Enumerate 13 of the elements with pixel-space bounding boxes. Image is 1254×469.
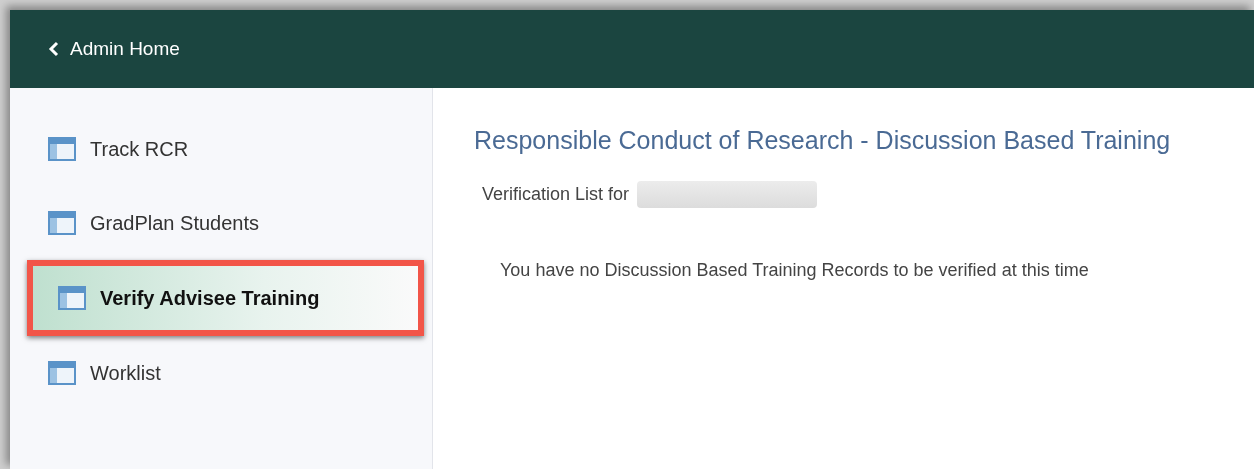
window-icon <box>48 211 76 235</box>
sidebar-item[interactable]: Worklist <box>10 349 432 397</box>
verification-label: Verification List for <box>482 184 630 205</box>
sidebar-item[interactable]: GradPlan Students <box>10 199 432 247</box>
page-title: Responsible Conduct of Research - Discussion Based Training <box>474 126 1172 155</box>
sidebar-item[interactable]: Verify Advisee Training <box>27 260 424 336</box>
chevron-left-icon <box>48 41 60 57</box>
window-icon <box>48 137 76 161</box>
back-link[interactable]: Admin Home <box>48 38 180 60</box>
window-icon <box>48 361 76 385</box>
sidebar-item[interactable]: Track RCR <box>10 125 432 173</box>
window-icon <box>58 286 86 310</box>
empty-message: You have no Discussion Based Training Records to be verified at this time <box>500 260 1090 281</box>
